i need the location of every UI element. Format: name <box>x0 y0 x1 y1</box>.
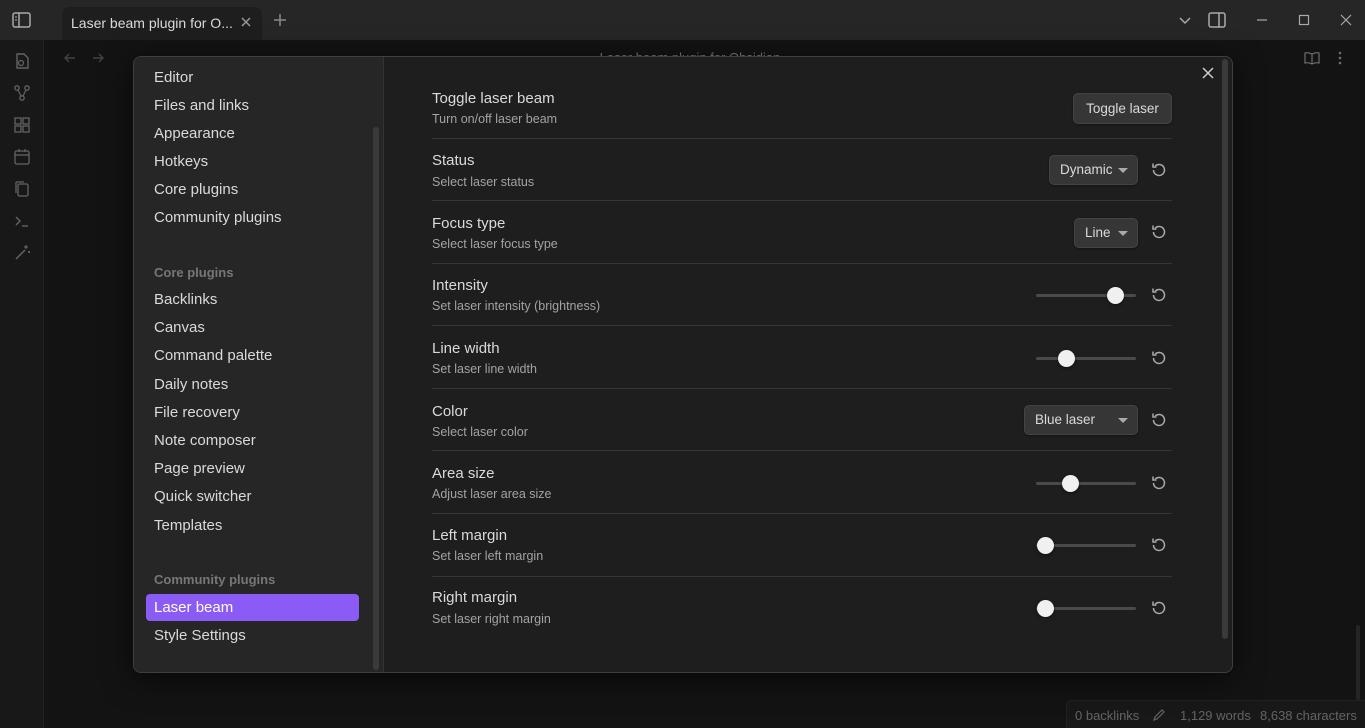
setting-description: Set laser intensity (brightness) <box>432 299 601 313</box>
setting-right-margin: Right margin Set laser right margin <box>432 577 1172 639</box>
setting-left-margin: Left margin Set laser left margin <box>432 515 1172 577</box>
sidebar-item-backlinks[interactable]: Backlinks <box>146 286 359 313</box>
slider-thumb[interactable] <box>1036 600 1054 617</box>
intensity-slider[interactable] <box>1036 285 1136 305</box>
setting-name: Left margin <box>432 527 508 544</box>
slider-track[interactable] <box>1036 357 1136 360</box>
setting-description: Select laser color <box>432 425 528 439</box>
slider-track[interactable] <box>1036 482 1136 485</box>
left-margin-slider[interactable] <box>1036 535 1136 555</box>
reset-icon[interactable] <box>1150 223 1168 241</box>
plus-icon[interactable] <box>272 12 288 28</box>
setting-name: Line width <box>432 340 500 357</box>
setting-name: Focus type <box>432 215 506 232</box>
maximize-icon[interactable] <box>1296 12 1312 28</box>
sidebar-item-appearance[interactable]: Appearance <box>146 120 359 147</box>
setting-name: Status <box>432 152 475 169</box>
sidebar-item-file-recovery[interactable]: File recovery <box>146 399 359 426</box>
sidebar-toggle-icon[interactable] <box>12 11 32 29</box>
settings-scrollbar[interactable] <box>1222 59 1228 639</box>
sidebar-item-editor[interactable]: Editor <box>146 64 359 91</box>
slider-thumb[interactable] <box>1061 475 1079 492</box>
sidebar-item-community-plugins[interactable]: Community plugins <box>146 204 359 231</box>
settings-modal: Editor Files and links Appearance Hotkey… <box>133 56 1233 673</box>
chevron-down-icon[interactable] <box>1177 12 1193 28</box>
community-plugins-heading: Community plugins <box>154 572 276 587</box>
setting-name: Color <box>432 403 468 420</box>
reset-icon[interactable] <box>1150 411 1168 429</box>
tab-laser-beam[interactable]: Laser beam plugin for O... <box>62 7 262 40</box>
caret-down-icon <box>1118 231 1128 236</box>
toggle-laser-button[interactable]: Toggle laser <box>1073 93 1172 124</box>
slider-thumb[interactable] <box>1057 350 1075 367</box>
reset-icon[interactable] <box>1150 536 1168 554</box>
setting-description: Select laser status <box>432 175 535 189</box>
setting-description: Select laser focus type <box>432 237 558 251</box>
caret-down-icon <box>1118 168 1128 173</box>
sidebar-item-daily-notes[interactable]: Daily notes <box>146 371 359 398</box>
setting-description: Turn on/off laser beam <box>432 112 558 126</box>
sidebar-item-note-composer[interactable]: Note composer <box>146 427 359 454</box>
color-dropdown[interactable]: Blue laser <box>1024 405 1138 435</box>
setting-name: Intensity <box>432 277 488 294</box>
area-size-slider[interactable] <box>1036 473 1136 493</box>
right-sidebar-toggle-icon[interactable] <box>1208 12 1226 28</box>
tab-title: Laser beam plugin for O... <box>71 15 233 31</box>
sidebar-item-command-palette[interactable]: Command palette <box>146 342 359 369</box>
status-dropdown[interactable]: Dynamic <box>1049 155 1138 185</box>
sidebar-scrollbar[interactable] <box>373 127 379 670</box>
reset-icon[interactable] <box>1150 599 1168 617</box>
sidebar-item-files-and-links[interactable]: Files and links <box>146 92 359 119</box>
setting-line-width: Line width Set laser line width <box>432 327 1172 389</box>
sidebar-item-canvas[interactable]: Canvas <box>146 314 359 341</box>
setting-intensity: Intensity Set laser intensity (brightnes… <box>432 264 1172 326</box>
sidebar-item-quick-switcher[interactable]: Quick switcher <box>146 483 359 510</box>
close-icon[interactable] <box>1200 65 1216 81</box>
status-dropdown-value: Dynamic <box>1060 162 1113 177</box>
slider-thumb[interactable] <box>1106 287 1124 304</box>
window-close-icon[interactable] <box>1338 12 1354 28</box>
setting-name: Toggle laser beam <box>432 90 555 107</box>
setting-name: Area size <box>432 465 495 482</box>
core-plugins-heading: Core plugins <box>154 265 234 280</box>
sidebar-item-hotkeys[interactable]: Hotkeys <box>146 148 359 175</box>
reset-icon[interactable] <box>1150 286 1168 304</box>
sidebar-item-core-plugins[interactable]: Core plugins <box>146 176 359 203</box>
color-dropdown-value: Blue laser <box>1035 412 1096 427</box>
setting-description: Set laser line width <box>432 362 537 376</box>
setting-color: Color Select laser color Blue laser <box>432 389 1172 451</box>
reset-icon[interactable] <box>1150 474 1168 492</box>
settings-sidebar: Editor Files and links Appearance Hotkey… <box>134 57 384 672</box>
setting-description: Adjust laser area size <box>432 487 552 501</box>
setting-status: Status Select laser status Dynamic <box>432 139 1172 201</box>
sidebar-item-page-preview[interactable]: Page preview <box>146 455 359 482</box>
right-margin-slider[interactable] <box>1036 598 1136 618</box>
title-bar: Laser beam plugin for O... <box>0 0 1365 40</box>
reset-icon[interactable] <box>1150 161 1168 179</box>
sidebar-item-templates[interactable]: Templates <box>146 512 359 539</box>
caret-down-icon <box>1118 418 1128 423</box>
setting-description: Set laser right margin <box>432 612 551 626</box>
line-width-slider[interactable] <box>1036 348 1136 368</box>
setting-focus-type: Focus type Select laser focus type Line <box>432 202 1172 264</box>
setting-area-size: Area size Adjust laser area size <box>432 452 1172 514</box>
setting-description: Set laser left margin <box>432 549 544 563</box>
sidebar-item-laser-beam[interactable]: Laser beam <box>146 594 359 621</box>
setting-name: Right margin <box>432 589 518 606</box>
focus-type-dropdown-value: Line <box>1085 225 1111 240</box>
reset-icon[interactable] <box>1150 349 1168 367</box>
setting-toggle-laser-beam: Toggle laser beam Turn on/off laser beam… <box>432 77 1172 139</box>
minimize-icon[interactable] <box>1254 12 1270 28</box>
focus-type-dropdown[interactable]: Line <box>1074 218 1138 248</box>
close-icon[interactable] <box>238 14 254 30</box>
sidebar-item-style-settings[interactable]: Style Settings <box>146 622 359 649</box>
slider-thumb[interactable] <box>1036 537 1054 554</box>
